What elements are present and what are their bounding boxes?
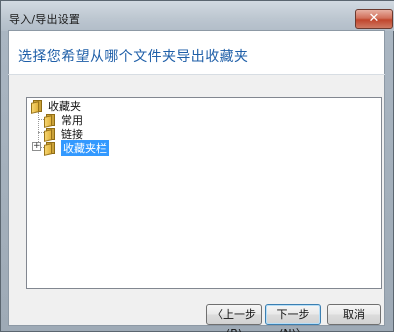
cancel-button[interactable]: 取消 bbox=[327, 304, 381, 325]
close-button[interactable]: ✕ bbox=[355, 9, 393, 29]
folder-icon bbox=[31, 99, 43, 114]
plus-icon[interactable]: + bbox=[32, 142, 41, 151]
page-heading: 选择您希望从哪个文件夹导出收藏夹 bbox=[18, 49, 249, 65]
window-title: 导入/导出设置 bbox=[9, 13, 81, 26]
next-button[interactable]: 下一步(N)〉 bbox=[265, 304, 321, 332]
folder-icon bbox=[44, 113, 56, 128]
close-icon: ✕ bbox=[368, 11, 380, 26]
tree-node-favorites-bar[interactable]: 收藏夹栏 bbox=[44, 140, 109, 156]
folder-icon bbox=[44, 141, 56, 156]
tree-node-label-selected: 收藏夹栏 bbox=[61, 140, 109, 156]
folder-icon bbox=[44, 127, 56, 142]
title-bar[interactable]: 导入/导出设置 ✕ bbox=[1, 1, 394, 31]
back-button[interactable]: 〈上一步(B) bbox=[206, 304, 262, 332]
